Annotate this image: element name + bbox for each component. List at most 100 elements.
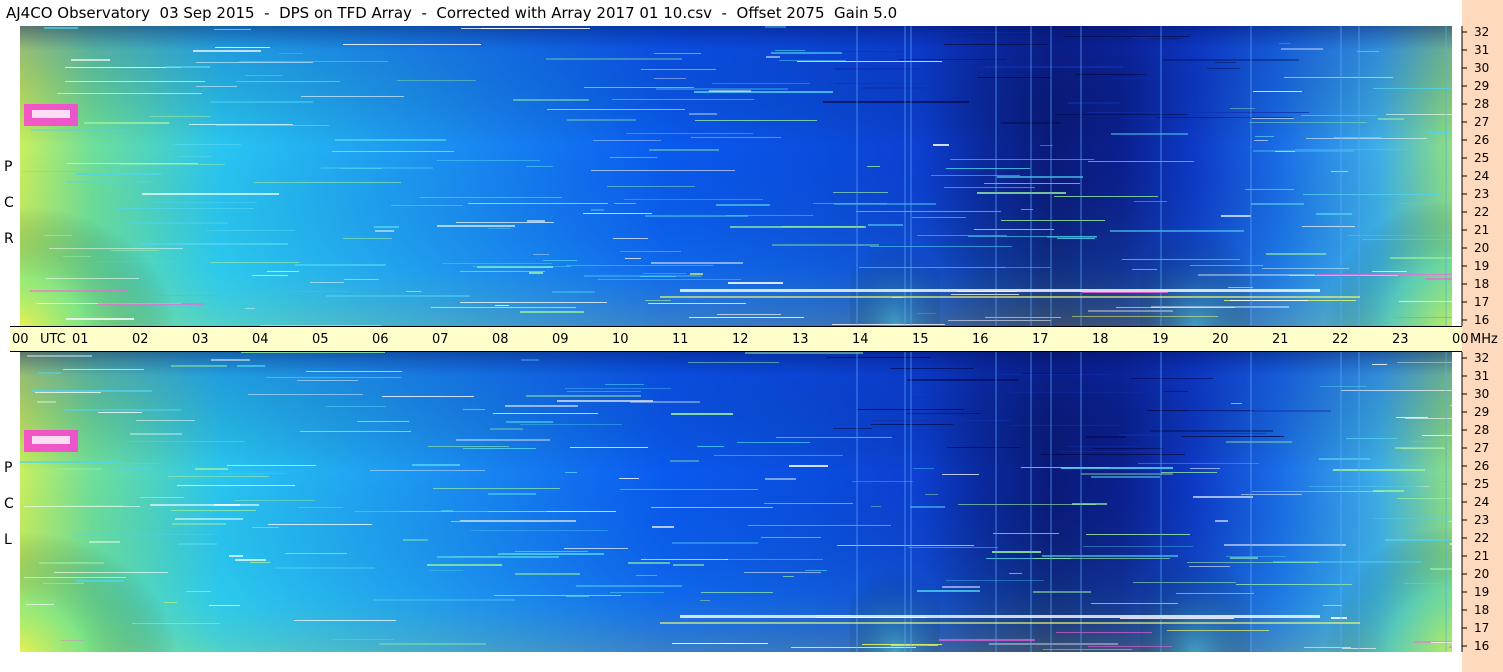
spectrogram-noise-streak <box>357 421 409 422</box>
spectrogram-noise-streak <box>150 116 210 117</box>
spectrogram-noise-streak <box>689 317 804 318</box>
spectrogram-noise-streak <box>1373 88 1452 89</box>
spectrogram-noise-streak <box>57 93 202 94</box>
spectrogram-interference-line <box>1445 26 1447 326</box>
spectrogram-interference-line <box>1160 352 1162 652</box>
spectrogram-noise-streak <box>908 547 998 548</box>
spectrogram-noise-streak <box>625 258 641 259</box>
panel-letter: P <box>4 159 13 175</box>
spectrogram-noise-streak <box>641 69 716 70</box>
spectrogram-noise-streak <box>933 144 949 146</box>
spectrogram-noise-streak <box>294 620 396 621</box>
time-tick-label: 06 <box>372 332 389 347</box>
spectrogram-noise-streak <box>498 553 604 555</box>
spectrogram-interference-line <box>1445 352 1447 652</box>
spectrogram-noise-streak <box>490 428 523 430</box>
spectrogram-noise-streak <box>912 217 966 218</box>
time-tick-label: 15 <box>912 332 929 347</box>
spectrogram-noise-streak <box>267 271 299 272</box>
spectrogram-interference-line <box>1030 352 1032 652</box>
spectrogram-noise-streak <box>931 175 1020 176</box>
spectrogram-noise-streak <box>268 524 372 525</box>
time-tick-label: 11 <box>672 332 689 347</box>
spectrogram-noise-streak <box>958 504 1096 505</box>
spectrogram-noise-streak <box>1111 133 1188 135</box>
frequency-tick-label: 17 <box>1474 621 1489 635</box>
spectrogram-noise-streak <box>1284 77 1393 78</box>
spectrogram-noise-streak <box>120 164 225 165</box>
frequency-tick-label: 30 <box>1474 61 1489 75</box>
frequency-tick-label: 21 <box>1474 549 1489 563</box>
spectrogram-noise-streak <box>343 238 392 239</box>
spectrogram-noise-streak <box>43 583 84 584</box>
frequency-tick-label: 31 <box>1474 43 1489 57</box>
spectrogram-noise-streak <box>1428 132 1452 133</box>
spectrogram-noise-streak <box>397 80 476 81</box>
spectrogram-noise-streak <box>1333 469 1425 471</box>
spectrogram-noise-streak <box>989 643 1118 645</box>
spectrogram-noise-streak <box>1034 558 1170 559</box>
spectrogram-interference-line <box>910 352 912 652</box>
spectrogram-noise-streak <box>235 559 266 561</box>
panel-letter: R <box>4 231 14 247</box>
spectrogram-noise-streak <box>460 271 545 272</box>
spectrogram-noise-streak <box>1275 151 1295 152</box>
spectrogram-noise-streak <box>917 590 980 592</box>
spectrogram-noise-streak <box>870 246 1012 247</box>
spectrogram-noise-streak <box>63 409 181 411</box>
spectrogram-noise-streak <box>460 302 607 303</box>
frequency-tick-label: 17 <box>1474 295 1489 309</box>
spectrogram-interference-line <box>1250 26 1252 326</box>
spectrogram-noise-streak <box>1373 518 1452 519</box>
frequency-tick-label: 27 <box>1474 115 1489 129</box>
spectrogram-noise-streak <box>1010 392 1142 393</box>
spectrogram-noise-streak <box>234 500 315 501</box>
spectrogram-noise-streak <box>690 273 703 275</box>
spectrogram-noise-streak <box>1055 114 1188 115</box>
spectrogram-noise-streak <box>193 50 261 52</box>
spectrogram-noise-streak <box>343 44 481 45</box>
spectrogram-noise-streak <box>31 129 126 131</box>
spectrogram-noise-streak <box>772 244 879 246</box>
spectrogram-noise-streak <box>1134 201 1167 202</box>
spectrogram-noise-streak <box>71 59 110 61</box>
spectrogram-noise-streak <box>130 433 182 435</box>
spectrogram-noise-streak <box>24 577 126 578</box>
spectrogram-noise-streak <box>333 639 394 640</box>
spectrogram-noise-streak <box>1187 562 1319 563</box>
spectrogram-noise-streak <box>813 203 887 204</box>
spectrogram-noise-streak <box>913 468 934 469</box>
spectrogram-noise-streak <box>1405 418 1452 419</box>
spectrogram-noise-streak <box>142 193 279 195</box>
spectrogram-noise-streak <box>1303 194 1441 195</box>
spectrogram-noise-streak <box>867 166 880 167</box>
spectrogram-noise-streak <box>791 647 916 648</box>
spectrogram-noise-streak <box>1182 433 1266 434</box>
spectrogram-noise-streak <box>306 371 402 372</box>
spectrogram-noise-streak <box>335 139 446 141</box>
spectrogram-noise-streak <box>1331 617 1347 619</box>
frequency-tick-label: 32 <box>1474 352 1489 365</box>
spectrogram-noise-streak <box>1331 171 1348 172</box>
frequency-axis-rcp: 16 17 18 19 20 21 22 23 24 25 26 27 28 29 30 31 32 <box>1452 26 1503 326</box>
spectrogram-noise-streak <box>1253 91 1302 92</box>
spectrogram-noise-streak <box>1230 557 1258 559</box>
spectrogram-noise-streak <box>61 640 84 641</box>
spectrogram-noise-streak <box>1346 438 1398 439</box>
spectrogram-noise-streak <box>1176 593 1254 594</box>
spectrogram-noise-streak <box>782 226 864 227</box>
spectrogram-noise-streak <box>285 553 347 554</box>
frequency-tick-label: 18 <box>1474 277 1489 291</box>
spectrogram-noise-streak <box>373 599 515 601</box>
spectrogram-noise-streak <box>533 254 549 255</box>
spectrogram-noise-streak <box>173 144 241 145</box>
spectrogram-noise-streak <box>310 282 344 283</box>
spectrogram-noise-streak <box>137 295 220 296</box>
spectrogram-noise-streak <box>898 59 1005 60</box>
spectrogram-noise-streak <box>461 28 540 29</box>
spectrogram-noise-streak <box>1430 568 1452 570</box>
time-tick-label: 01 <box>72 332 89 347</box>
spectrogram-noise-streak <box>979 67 1004 68</box>
frequency-tick-label: 24 <box>1474 495 1489 509</box>
frequency-tick-label: 22 <box>1474 205 1489 219</box>
